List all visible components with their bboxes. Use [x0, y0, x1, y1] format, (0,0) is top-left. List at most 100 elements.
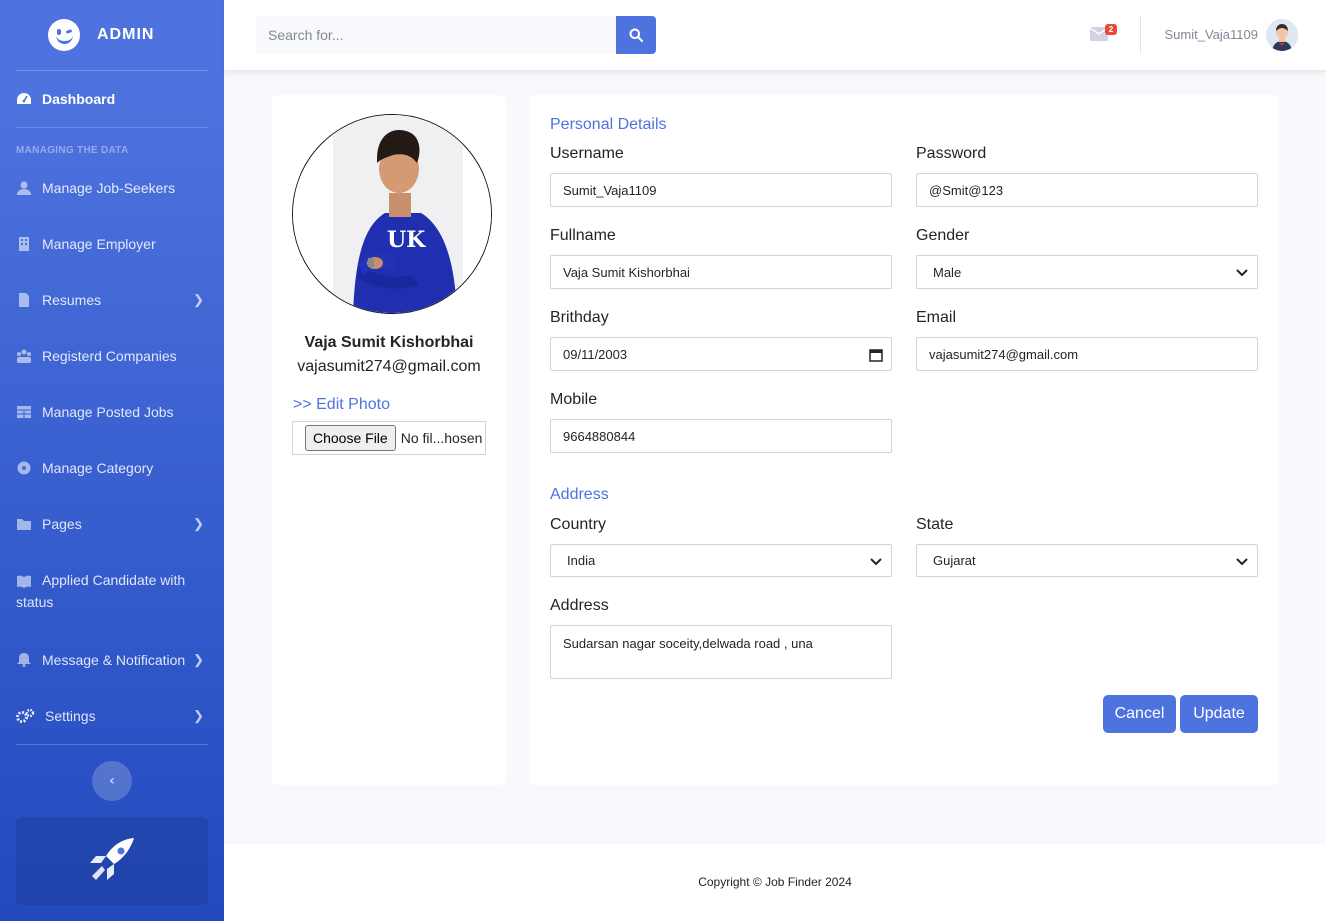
building-icon: [16, 237, 32, 251]
copyright-text: Copyright © Job Finder 2024: [698, 875, 852, 889]
sidebar-divider: [16, 744, 208, 745]
sidebar-item-label: Manage Job-Seekers: [42, 180, 176, 196]
mobile-field[interactable]: 9664880844: [550, 419, 892, 453]
sidebar-card: [16, 817, 208, 905]
state-select[interactable]: Gujarat: [916, 544, 1258, 577]
gender-value: Male: [933, 264, 962, 280]
sidebar-item-label: Manage Employer: [42, 236, 156, 252]
update-button[interactable]: Update: [1180, 695, 1258, 733]
calendar-icon[interactable]: [869, 348, 883, 362]
birthday-value: 09/11/2003: [563, 346, 628, 362]
laugh-wink-icon: [48, 19, 80, 51]
svg-text:UK: UK: [387, 227, 426, 253]
email-field[interactable]: vajasumit274@gmail.com: [916, 337, 1258, 371]
sidebar-item-job-seekers[interactable]: Manage Job-Seekers: [16, 180, 208, 196]
chevron-down-icon: [1236, 269, 1248, 277]
sidebar-item-label: Manage Posted Jobs: [42, 404, 174, 420]
sidebar-heading: MANAGING THE DATA: [16, 145, 129, 156]
personal-details-title: Personal Details: [550, 116, 667, 133]
sidebar-item-label: status: [16, 594, 54, 610]
message-count-badge: 2: [1105, 24, 1117, 35]
fullname-value: Vaja Sumit Kishorbhai: [563, 264, 690, 280]
profile-full-name: Vaja Sumit Kishorbhai: [304, 334, 474, 351]
password-label: Password: [916, 145, 987, 162]
gender-label: Gender: [916, 227, 970, 244]
chevron-right-icon: ❯: [193, 292, 204, 307]
country-value: India: [567, 553, 596, 568]
birthday-field[interactable]: 09/11/2003: [550, 337, 892, 371]
fullname-field[interactable]: Vaja Sumit Kishorbhai: [550, 255, 892, 289]
sidebar-item-resumes[interactable]: Resumes ❯: [16, 292, 208, 308]
birthday-label: Brithday: [550, 309, 609, 326]
profile-photo: UK: [292, 114, 492, 314]
search-icon: [629, 28, 643, 42]
username-label: Username: [550, 145, 624, 162]
state-label: State: [916, 516, 954, 533]
chevron-down-icon: [1236, 558, 1248, 566]
mobile-value: 9664880844: [563, 428, 636, 444]
sidebar-item-employer[interactable]: Manage Employer: [16, 236, 208, 252]
users-icon: [16, 349, 32, 363]
username-field[interactable]: Sumit_Vaja1109: [550, 173, 892, 207]
password-field[interactable]: @Smit@123: [916, 173, 1258, 207]
profile-email: vajasumit274@gmail.com: [297, 358, 481, 375]
sidebar: ADMIN Dashboard MANAGING THE DATA Manage…: [0, 0, 224, 921]
bell-icon: [16, 653, 32, 667]
search-button[interactable]: [616, 16, 656, 54]
sidebar-item-settings[interactable]: Settings ❯: [16, 708, 208, 724]
gender-select[interactable]: Male: [916, 255, 1258, 289]
country-label: Country: [550, 516, 607, 533]
brand-name: ADMIN: [97, 26, 155, 43]
chevron-left-icon: ‹: [109, 773, 115, 789]
table-icon: [16, 405, 32, 419]
user-name[interactable]: Sumit_Vaja1109: [1165, 27, 1258, 42]
footer: Copyright © Job Finder 2024: [224, 844, 1326, 921]
photo-file-input[interactable]: Choose File No fil...hosen: [292, 421, 486, 455]
email-label: Email: [916, 309, 957, 326]
address-textarea[interactable]: Sudarsan nagar soceity,delwada road , un…: [550, 625, 892, 679]
tachometer-icon: [16, 92, 32, 106]
topbar: 2 Sumit_Vaja1109: [224, 0, 1326, 70]
username-value: Sumit_Vaja1109: [563, 182, 657, 198]
cancel-button[interactable]: Cancel: [1103, 695, 1176, 733]
book-icon: [16, 574, 32, 588]
circle-icon: [16, 461, 32, 475]
folder-icon: [16, 517, 32, 531]
sidebar-item-label: Manage Category: [42, 460, 154, 476]
edit-photo-link[interactable]: >> Edit Photo: [293, 396, 390, 414]
cogs-icon: [16, 708, 35, 723]
sidebar-item-applied-candidate[interactable]: Applied Candidate with status: [16, 572, 208, 610]
sidebar-item-label: Pages: [42, 516, 82, 532]
search-input[interactable]: [256, 16, 616, 54]
sidebar-item-message-notification[interactable]: Message & Notification ❯: [16, 652, 208, 668]
sidebar-toggle-button[interactable]: ‹: [92, 761, 132, 801]
file-icon: [16, 293, 32, 307]
address-title: Address: [550, 486, 609, 503]
sidebar-item-dashboard[interactable]: Dashboard: [16, 91, 208, 107]
chevron-right-icon: ❯: [193, 708, 204, 723]
country-select[interactable]: India: [550, 544, 892, 577]
details-form-card: Personal Details Username Sumit_Vaja1109…: [530, 95, 1278, 785]
sidebar-item-label: Message & Notification: [42, 652, 186, 668]
rocket-icon: [90, 838, 134, 880]
sidebar-item-label: Registerd Companies: [42, 348, 177, 364]
search-form: [256, 16, 656, 54]
sidebar-divider: [16, 70, 208, 71]
sidebar-item-posted-jobs[interactable]: Manage Posted Jobs: [16, 404, 208, 420]
fullname-label: Fullname: [550, 227, 616, 244]
sidebar-brand[interactable]: ADMIN: [0, 0, 224, 70]
sidebar-item-label: Resumes: [42, 292, 102, 308]
sidebar-item-label: Settings: [45, 708, 96, 724]
email-value: vajasumit274@gmail.com: [929, 346, 1079, 362]
password-value: @Smit@123: [929, 182, 1004, 198]
chevron-down-icon: [870, 558, 882, 566]
user-icon: [16, 181, 32, 195]
sidebar-item-category[interactable]: Manage Category: [16, 460, 208, 476]
profile-card: UK Vaja Sumit Kishorbhai vajasumit274@gm…: [272, 95, 506, 785]
file-status: No fil...hosen: [400, 430, 483, 446]
sidebar-item-companies[interactable]: Registerd Companies: [16, 348, 208, 364]
sidebar-item-pages[interactable]: Pages ❯: [16, 516, 208, 532]
address-label: Address: [550, 597, 609, 614]
avatar[interactable]: [1266, 19, 1298, 51]
choose-file-button[interactable]: Choose File: [305, 425, 396, 451]
